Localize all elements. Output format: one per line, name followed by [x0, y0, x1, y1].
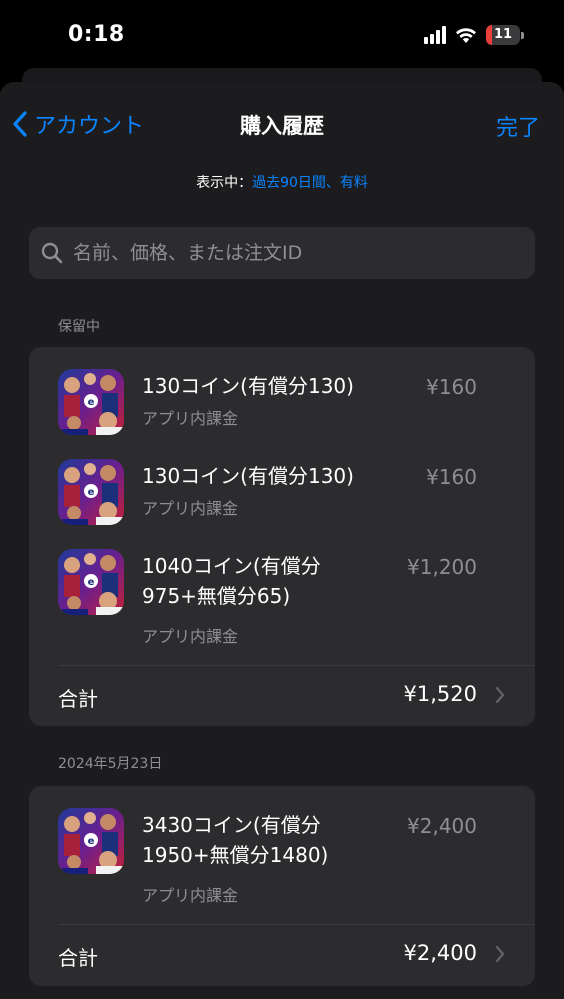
battery-icon: 11 [486, 25, 524, 45]
item-type: アプリ内課金 [142, 627, 239, 646]
item-price: ¥160 [426, 375, 477, 399]
item-price: ¥2,400 [407, 814, 477, 838]
chevron-right-icon [495, 686, 505, 704]
item-name: 3430コイン(有償分1950+無償分1480) [142, 813, 329, 867]
wifi-icon [456, 28, 476, 43]
item-type: アプリ内課金 [142, 886, 239, 905]
navigation-bar: アカウント 購入履歴 完了 [0, 104, 564, 144]
filter-prefix: 表示中： [196, 175, 253, 191]
purchase-item[interactable]: e 130コイン(有償分130) アプリ内課金 ¥160 [29, 347, 535, 437]
item-price: ¥160 [426, 465, 477, 489]
total-value: ¥1,520 [403, 682, 477, 706]
app-icon: e [58, 369, 124, 435]
purchase-item[interactable]: e 1040コイン(有償分975+無償分65) アプリ内課金 ¥1,200 [29, 527, 535, 665]
purchase-history-sheet: アカウント 購入履歴 完了 表示中：過去90日間、有料 保留中 [0, 82, 564, 999]
search-bar[interactable] [29, 227, 535, 279]
item-name: 130コイン(有償分130) [142, 374, 354, 398]
battery-percent: 11 [493, 27, 513, 42]
search-input[interactable] [71, 241, 515, 265]
filter-summary: 表示中：過去90日間、有料 [0, 172, 564, 192]
svg-text:e: e [88, 577, 95, 588]
done-button[interactable]: 完了 [496, 110, 540, 142]
status-time: 0:18 [68, 22, 125, 47]
section-header-pending: 保留中 [58, 319, 100, 335]
date-group: e 3430コイン(有償分1950+無償分1480) アプリ内課金 ¥2,400… [29, 786, 535, 986]
svg-text:e: e [88, 487, 95, 498]
item-type: アプリ内課金 [142, 409, 239, 428]
purchase-item[interactable]: e 130コイン(有償分130) アプリ内課金 ¥160 [29, 437, 535, 527]
app-icon: e [58, 459, 124, 525]
section-header-date: 2024年5月23日 [58, 756, 163, 772]
total-label: 合計 [58, 946, 98, 970]
svg-text:e: e [88, 836, 95, 847]
total-row[interactable]: 合計 ¥2,400 [29, 925, 535, 985]
signal-icon [424, 26, 446, 44]
app-icon: e [58, 808, 124, 874]
pending-group: e 130コイン(有償分130) アプリ内課金 ¥160 e 130コイン(有償… [29, 347, 535, 726]
item-price: ¥1,200 [407, 555, 477, 579]
svg-text:e: e [88, 397, 95, 408]
item-type: アプリ内課金 [142, 499, 239, 518]
purchase-item[interactable]: e 3430コイン(有償分1950+無償分1480) アプリ内課金 ¥2,400 [29, 786, 535, 924]
total-row[interactable]: 合計 ¥1,520 [29, 666, 535, 726]
search-icon [41, 242, 63, 264]
screen: 0:18 11 アカウント 購入履歴 完了 表示中：過去90日間、有料 名前、価… [0, 0, 564, 999]
total-value: ¥2,400 [403, 941, 477, 965]
filter-link[interactable]: 過去90日間、有料 [252, 175, 368, 191]
status-icons: 11 [424, 25, 524, 45]
app-icon: e [58, 549, 124, 615]
item-name: 130コイン(有償分130) [142, 464, 354, 488]
page-title: 購入履歴 [240, 114, 324, 138]
item-name: 1040コイン(有償分975+無償分65) [142, 554, 321, 608]
total-label: 合計 [58, 687, 98, 711]
chevron-right-icon [495, 945, 505, 963]
